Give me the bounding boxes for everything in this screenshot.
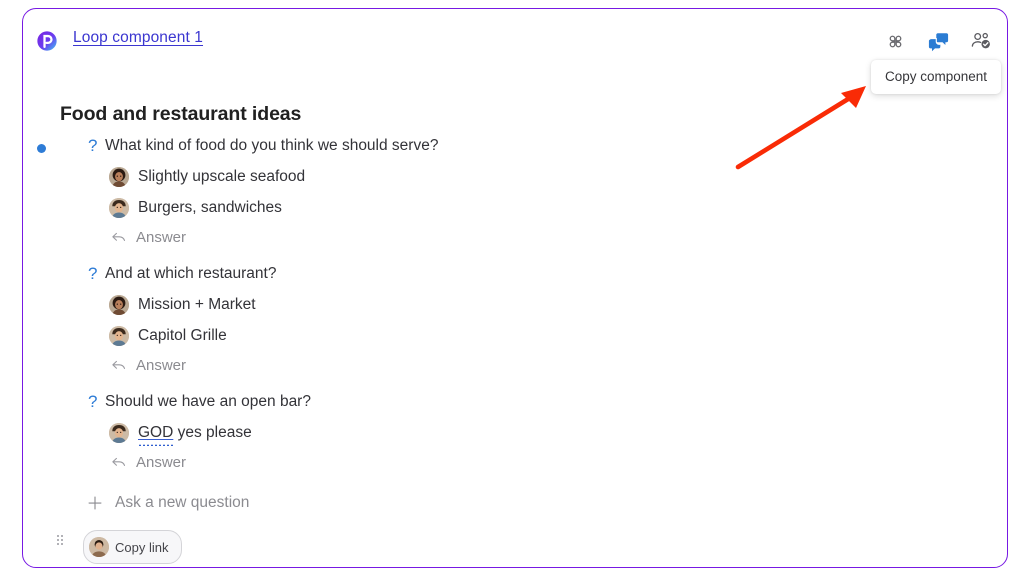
answer-text-rest: yes please [173,423,252,441]
reply-arrow-icon [109,357,127,374]
question-text: And at which restaurant? [105,265,277,282]
answer-text: Mission + Market [138,295,256,313]
question-mark-icon: ? [88,392,98,411]
loop-logo-icon [36,30,58,52]
answer-reply-button[interactable]: Answer [85,351,997,380]
avatar [89,537,109,557]
misspelled-word[interactable]: GOD [138,424,173,441]
question-row[interactable]: ? And at which restaurant? [85,263,997,289]
answer-row[interactable]: Slightly upscale seafood [85,161,997,192]
answer-text: Slightly upscale seafood [138,167,306,185]
reply-arrow-icon [109,229,127,246]
avatar [109,197,129,218]
answer-reply-label: Answer [136,453,187,471]
comments-icon[interactable] [924,27,952,55]
copy-component-tooltip: Copy component [871,60,1002,94]
presence-chip[interactable]: Copy link [83,530,183,564]
reply-arrow-icon [109,454,127,471]
answer-reply-label: Answer [136,356,187,374]
question-row[interactable]: ? Should we have an open bar? [85,391,997,417]
drag-handle[interactable] [57,535,63,547]
question-block: ? And at which restaurant? Mission + Marke… [85,263,997,380]
question-row[interactable]: ? What kind of food do you think we shoul… [85,135,997,161]
presence-chip-label: Copy link [115,539,169,555]
answer-reply-button[interactable]: Answer [85,223,997,252]
question-text: Should we have an open bar? [105,393,311,410]
question-block: ? What kind of food do you think we shoul… [85,135,997,252]
answer-row[interactable]: Capitol Grille [85,320,997,351]
answer-row[interactable]: GOD yes please [85,417,997,448]
answer-row[interactable]: Mission + Market [85,289,997,320]
avatar [109,166,129,187]
avatar [109,422,129,443]
avatar [109,294,129,315]
apps-grid-icon[interactable] [881,27,909,55]
people-check-icon[interactable] [967,27,995,55]
question-mark-icon: ? [88,264,98,283]
ask-new-question-button[interactable]: Ask a new question [85,488,997,518]
answer-text: Capitol Grille [138,326,227,344]
loop-component-card: Loop component 1 Food and restaurant ide… [22,8,1008,568]
answer-row[interactable]: Burgers, sandwiches [85,192,997,223]
list-bullet [37,144,46,153]
answer-reply-button[interactable]: Answer [85,448,997,477]
answer-text: Burgers, sandwiches [138,198,282,216]
card-header: Loop component 1 [23,9,1007,71]
plus-icon [85,494,105,512]
ask-new-question-label: Ask a new question [115,494,250,511]
header-actions [881,27,995,55]
answer-reply-label: Answer [136,228,187,246]
component-title-link[interactable]: Loop component 1 [73,29,203,47]
question-mark-icon: ? [88,136,98,155]
answer-text: GOD yes please [138,423,252,443]
question-block: ? Should we have an open bar? GOD yes plea… [85,391,997,477]
avatar [109,325,129,346]
question-list: ? What kind of food do you think we shoul… [85,135,997,518]
question-text: What kind of food do you think we should… [105,137,439,154]
page-title: Food and restaurant ideas [60,103,302,125]
